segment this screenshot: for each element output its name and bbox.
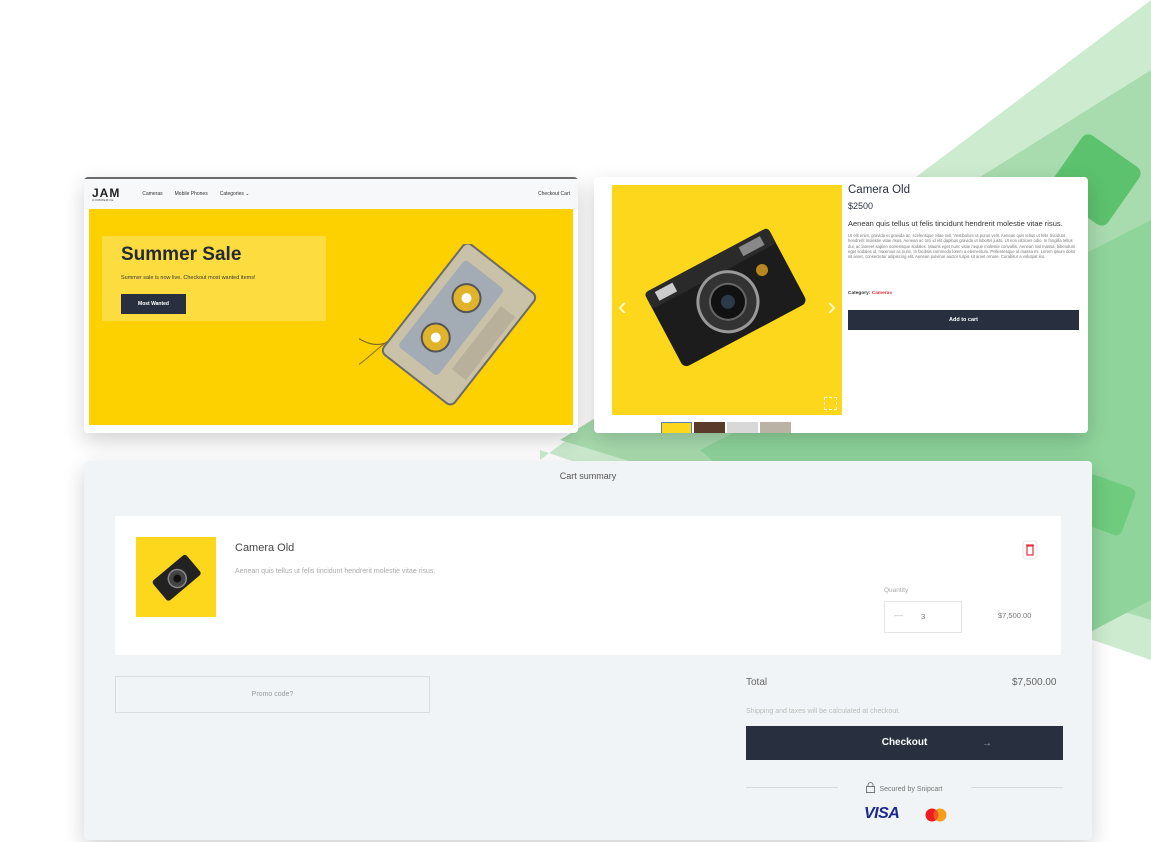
gallery-prev-icon[interactable]: ‹ (618, 293, 627, 319)
cart-item-description: Aenean quis tellus ut felis tincidunt he… (235, 568, 436, 575)
product-price: $2500 (848, 201, 874, 211)
thumbnail-1[interactable] (661, 422, 692, 433)
quantity-stepper[interactable]: — 3 (884, 601, 962, 633)
camera-image (645, 228, 806, 367)
cart-item-name[interactable]: Camera Old (235, 542, 294, 554)
gallery-thumbnails (661, 422, 791, 433)
total-value: $7,500.00 (1012, 677, 1057, 688)
nav-link-categories[interactable]: Categories ⌄ (220, 191, 250, 197)
nav-link-mobile-phones[interactable]: Mobile Phones (175, 191, 208, 197)
product-gallery: ‹ › (612, 185, 842, 415)
cart-summary-card: Cart summary Camera Old Aenean quis tell… (84, 461, 1092, 840)
fullscreen-icon[interactable] (824, 397, 837, 410)
quantity-value[interactable]: 3 (921, 612, 925, 621)
cart-item-price: $7,500.00 (998, 611, 1032, 620)
secured-label: Secured by Snipcart (879, 786, 943, 793)
thumbnail-4[interactable] (760, 422, 791, 433)
checkout-button[interactable]: Checkout → (746, 726, 1063, 760)
product-description: Ut elit enim, gravida et gravida ac, sce… (848, 233, 1076, 260)
nav-link-checkout-cart[interactable]: Checkout Cart (538, 191, 570, 197)
store-navbar: JAM COMMERCE Cameras Mobile Phones Categ… (84, 177, 578, 209)
secured-text-row: Secured by Snipcart (746, 782, 1063, 793)
cassette-image (359, 244, 537, 406)
camera-thumbnail-image (152, 554, 201, 601)
product-detail-card: ‹ › Camera Old $2500 Aenean quis tellus … (594, 177, 1088, 433)
hero-title: Summer Sale (121, 244, 242, 265)
product-category: Category: Cameras (848, 291, 892, 296)
total-label: Total (746, 677, 768, 688)
shipping-note: Shipping and taxes will be calculated at… (746, 708, 901, 715)
most-wanted-button[interactable]: Most Wanted (121, 294, 186, 314)
promo-code-button[interactable]: Promo code? (115, 676, 430, 713)
checkout-label: Checkout (881, 737, 928, 748)
store-logo[interactable]: JAM COMMERCE (92, 187, 120, 202)
quantity-label: Quantity (884, 587, 909, 594)
lock-icon (866, 782, 876, 793)
cart-item: Camera Old Aenean quis tellus ut felis t… (115, 516, 1061, 655)
thumbnail-2[interactable] (694, 422, 725, 433)
cart-item-image (136, 537, 216, 617)
trash-icon[interactable] (1022, 540, 1038, 560)
hero-subtitle: Summer sale is now live. Checkout most w… (121, 275, 256, 281)
add-to-cart-button[interactable]: Add to cart (848, 310, 1079, 330)
thumbnail-3[interactable] (727, 422, 758, 433)
hero-banner: Summer Sale Summer sale is now live. Che… (89, 209, 573, 425)
quantity-decrease-button[interactable]: — (894, 610, 903, 620)
product-title: Camera Old (848, 184, 910, 196)
arrow-right-icon: → (982, 738, 992, 749)
store-preview-card: JAM COMMERCE Cameras Mobile Phones Categ… (84, 177, 578, 433)
secured-by-snipcart: Secured by Snipcart (746, 780, 1063, 796)
logo-subtext: COMMERCE (92, 197, 114, 202)
visa-logo: VISA (864, 805, 900, 822)
gallery-next-icon[interactable]: › (827, 293, 836, 319)
nav-link-cameras[interactable]: Cameras (142, 191, 162, 197)
category-link[interactable]: Cameras (872, 291, 892, 296)
cart-title: Cart summary (559, 471, 617, 481)
logo-text: JAM (92, 185, 121, 200)
product-lead: Aenean quis tellus ut felis tincidunt he… (848, 219, 1063, 228)
category-label: Category: (848, 291, 871, 296)
mastercard-logo (925, 808, 947, 822)
